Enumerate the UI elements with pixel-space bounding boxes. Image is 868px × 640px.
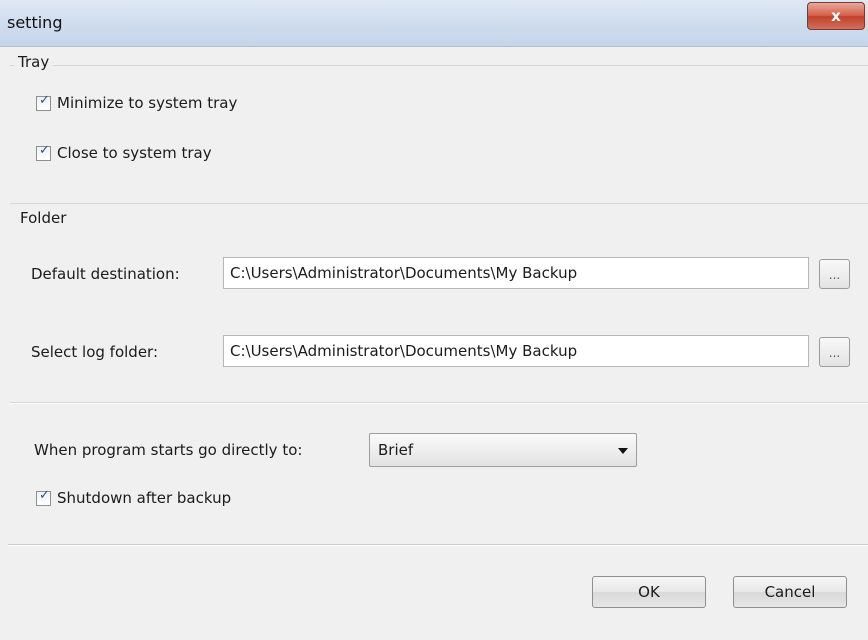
minimize-to-tray-option[interactable]: ✓ Minimize to system tray bbox=[36, 94, 237, 112]
tray-group-border bbox=[10, 65, 868, 66]
startup-view-selected: Brief bbox=[378, 441, 414, 459]
log-folder-label: Select log folder: bbox=[31, 343, 159, 361]
cancel-button[interactable]: Cancel bbox=[733, 576, 847, 608]
check-icon: ✓ bbox=[39, 92, 50, 108]
shutdown-after-backup-checkbox[interactable]: ✓ bbox=[36, 487, 51, 506]
check-icon: ✓ bbox=[39, 142, 50, 158]
tray-group-label: Tray bbox=[14, 53, 54, 71]
footer-divider bbox=[8, 544, 868, 546]
log-folder-browse-button[interactable]: ... bbox=[819, 337, 850, 367]
default-destination-browse-button[interactable]: ... bbox=[819, 259, 850, 289]
ok-button[interactable]: OK bbox=[592, 576, 706, 608]
folder-group-label: Folder bbox=[20, 209, 67, 227]
default-destination-label: Default destination: bbox=[31, 265, 180, 283]
section-divider bbox=[10, 402, 868, 404]
close-to-tray-label: Close to system tray bbox=[57, 144, 212, 162]
settings-dialog: setting x Tray ✓ Minimize to system tray… bbox=[0, 0, 868, 640]
shutdown-after-backup-label: Shutdown after backup bbox=[57, 489, 232, 507]
default-destination-input[interactable] bbox=[223, 257, 809, 289]
log-folder-input[interactable] bbox=[223, 335, 809, 367]
close-button[interactable]: x bbox=[807, 2, 865, 30]
check-icon: ✓ bbox=[39, 487, 50, 503]
dropdown-arrow-icon bbox=[618, 448, 628, 454]
close-icon: x bbox=[831, 6, 841, 25]
startup-view-label: When program starts go directly to: bbox=[34, 441, 303, 459]
close-to-tray-checkbox[interactable]: ✓ bbox=[36, 142, 51, 161]
minimize-to-tray-label: Minimize to system tray bbox=[57, 94, 238, 112]
folder-group-border bbox=[10, 203, 868, 204]
title-bar[interactable]: setting x bbox=[0, 0, 868, 47]
close-to-tray-option[interactable]: ✓ Close to system tray bbox=[36, 144, 212, 162]
minimize-to-tray-checkbox[interactable]: ✓ bbox=[36, 92, 51, 111]
window-title: setting bbox=[7, 13, 63, 32]
shutdown-after-backup-option[interactable]: ✓ Shutdown after backup bbox=[36, 489, 231, 507]
startup-view-select[interactable]: Brief bbox=[369, 433, 637, 467]
